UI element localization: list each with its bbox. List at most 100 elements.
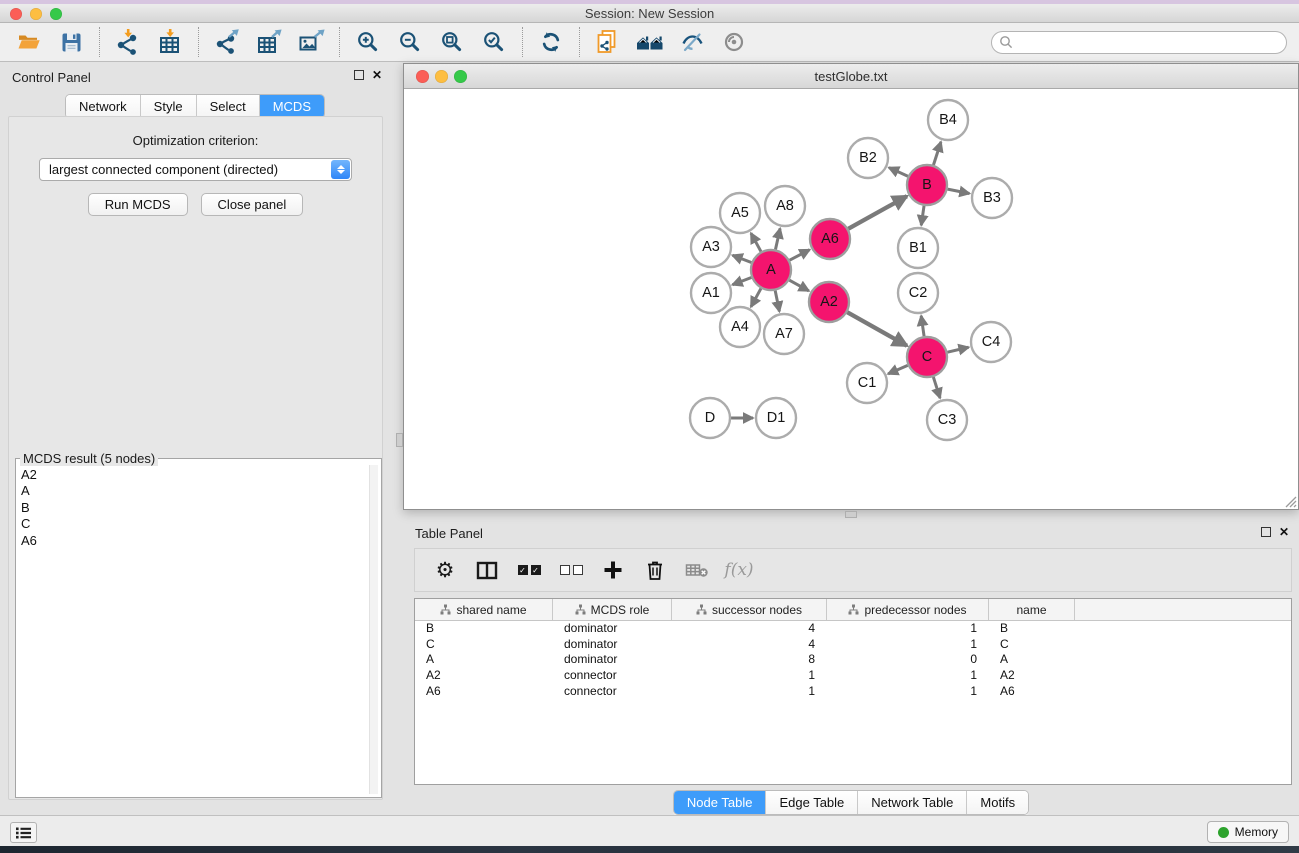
- graph-edge-A-A4[interactable]: [751, 288, 761, 306]
- add-column-button[interactable]: [599, 556, 627, 584]
- result-item[interactable]: A: [21, 483, 369, 499]
- table-cell[interactable]: 0: [827, 652, 989, 668]
- tab-select[interactable]: Select: [197, 95, 260, 118]
- table-cell[interactable]: 4: [672, 637, 827, 653]
- graph-node-B[interactable]: B: [907, 165, 947, 205]
- column-visibility-button[interactable]: [473, 556, 501, 584]
- home-button[interactable]: [629, 25, 671, 59]
- graph-edge-B-B3[interactable]: [948, 189, 970, 193]
- graph-node-A8[interactable]: A8: [765, 186, 805, 226]
- tab-network-table[interactable]: Network Table: [858, 791, 967, 814]
- export-network-button[interactable]: [206, 25, 248, 59]
- graph-edge-A-A6[interactable]: [790, 250, 810, 261]
- tab-motifs[interactable]: Motifs: [967, 791, 1028, 814]
- tab-network[interactable]: Network: [66, 95, 141, 118]
- column-header-MCDS-role[interactable]: MCDS role: [553, 599, 672, 620]
- result-item[interactable]: C: [21, 516, 369, 532]
- delete-table-button[interactable]: [683, 556, 711, 584]
- import-table-button[interactable]: [149, 25, 191, 59]
- table-cell[interactable]: 8: [672, 652, 827, 668]
- table-row[interactable]: Adominator80A: [415, 652, 1291, 668]
- float-panel-icon[interactable]: [354, 70, 364, 80]
- float-panel-icon[interactable]: [1261, 527, 1271, 537]
- close-panel-button[interactable]: Close panel: [201, 193, 304, 216]
- tab-edge-table[interactable]: Edge Table: [766, 791, 858, 814]
- tab-style[interactable]: Style: [141, 95, 197, 118]
- result-item[interactable]: B: [21, 500, 369, 516]
- graph-edge-A-A5[interactable]: [751, 233, 761, 251]
- hide-graphics-details-button[interactable]: [713, 25, 755, 59]
- graph-node-C3[interactable]: C3: [927, 400, 967, 440]
- zoom-out-button[interactable]: [389, 25, 431, 59]
- column-header-shared-name[interactable]: shared name: [415, 599, 553, 620]
- network-window-titlebar[interactable]: testGlobe.txt: [404, 64, 1298, 89]
- table-cell[interactable]: 1: [827, 684, 989, 700]
- graph-node-B2[interactable]: B2: [848, 138, 888, 178]
- graph-node-A[interactable]: A: [751, 250, 791, 290]
- close-panel-icon[interactable]: ✕: [1279, 527, 1289, 537]
- graph-node-A5[interactable]: A5: [720, 193, 760, 233]
- table-cell[interactable]: 4: [672, 621, 827, 637]
- graph-node-B3[interactable]: B3: [972, 178, 1012, 218]
- save-session-button[interactable]: [50, 25, 92, 59]
- graph-edge-B-B2[interactable]: [889, 168, 908, 177]
- table-cell[interactable]: A2: [989, 668, 1075, 684]
- graph-edge-B-B1[interactable]: [921, 206, 924, 225]
- new-session-button[interactable]: [587, 25, 629, 59]
- table-row[interactable]: Cdominator41C: [415, 637, 1291, 653]
- select-all-rows-button[interactable]: ✓✓: [515, 556, 543, 584]
- table-cell[interactable]: 1: [827, 637, 989, 653]
- column-header-successor-nodes[interactable]: successor nodes: [672, 599, 827, 620]
- graph-node-A7[interactable]: A7: [764, 314, 804, 354]
- graph-node-A3[interactable]: A3: [691, 227, 731, 267]
- table-cell[interactable]: connector: [553, 668, 672, 684]
- table-cell[interactable]: dominator: [553, 637, 672, 653]
- search-input[interactable]: [991, 31, 1287, 54]
- table-cell[interactable]: dominator: [553, 652, 672, 668]
- graph-edge-C-C3[interactable]: [933, 377, 940, 398]
- tab-node-table[interactable]: Node Table: [674, 791, 767, 814]
- graph-edge-A2-C[interactable]: [847, 312, 907, 345]
- deselect-all-rows-button[interactable]: [557, 556, 585, 584]
- graph-edge-C-C2[interactable]: [921, 316, 924, 336]
- table-cell[interactable]: B: [415, 621, 553, 637]
- graph-edge-A-A3[interactable]: [732, 255, 751, 262]
- graph-node-A4[interactable]: A4: [720, 307, 760, 347]
- table-row[interactable]: A2connector11A2: [415, 668, 1291, 684]
- zoom-selected-button[interactable]: [473, 25, 515, 59]
- result-scrollbar[interactable]: [369, 465, 378, 794]
- vertical-scroll-thumb[interactable]: [396, 433, 403, 447]
- table-row[interactable]: A6connector11A6: [415, 684, 1291, 700]
- column-header-predecessor-nodes[interactable]: predecessor nodes: [827, 599, 989, 620]
- graph-node-D[interactable]: D: [690, 398, 730, 438]
- table-cell[interactable]: A: [989, 652, 1075, 668]
- graph-node-B4[interactable]: B4: [928, 100, 968, 140]
- delete-column-button[interactable]: [641, 556, 669, 584]
- graph-node-C4[interactable]: C4: [971, 322, 1011, 362]
- table-settings-button[interactable]: ⚙: [431, 556, 459, 584]
- graph-node-A6[interactable]: A6: [810, 219, 850, 259]
- close-panel-icon[interactable]: ✕: [372, 70, 382, 80]
- table-row[interactable]: Bdominator41B: [415, 621, 1291, 637]
- graph-edge-A6-B[interactable]: [848, 196, 907, 229]
- horizontal-scroll-thumb[interactable]: [845, 511, 857, 518]
- mcds-result-list[interactable]: A2 A B C A6: [19, 465, 369, 794]
- network-canvas[interactable]: B4B2BB3A5A8A6B1A3AC2A1A2A4A7C4CC1C3DD1: [404, 89, 1298, 509]
- graph-edge-B-B4[interactable]: [933, 142, 940, 165]
- graph-node-B1[interactable]: B1: [898, 228, 938, 268]
- table-cell[interactable]: A6: [989, 684, 1075, 700]
- result-item[interactable]: A2: [21, 467, 369, 483]
- graph-edge-A-A1[interactable]: [732, 278, 751, 285]
- result-item[interactable]: A6: [21, 533, 369, 549]
- table-cell[interactable]: 1: [827, 621, 989, 637]
- task-history-button[interactable]: [10, 822, 37, 843]
- zoom-in-button[interactable]: [347, 25, 389, 59]
- graph-edge-A-A2[interactable]: [789, 280, 808, 291]
- graph-node-A2[interactable]: A2: [809, 282, 849, 322]
- function-builder-button[interactable]: f(x): [725, 556, 753, 584]
- memory-button[interactable]: Memory: [1207, 821, 1289, 843]
- table-cell[interactable]: A: [415, 652, 553, 668]
- open-session-button[interactable]: [8, 25, 50, 59]
- table-cell[interactable]: 1: [672, 684, 827, 700]
- zoom-fit-button[interactable]: [431, 25, 473, 59]
